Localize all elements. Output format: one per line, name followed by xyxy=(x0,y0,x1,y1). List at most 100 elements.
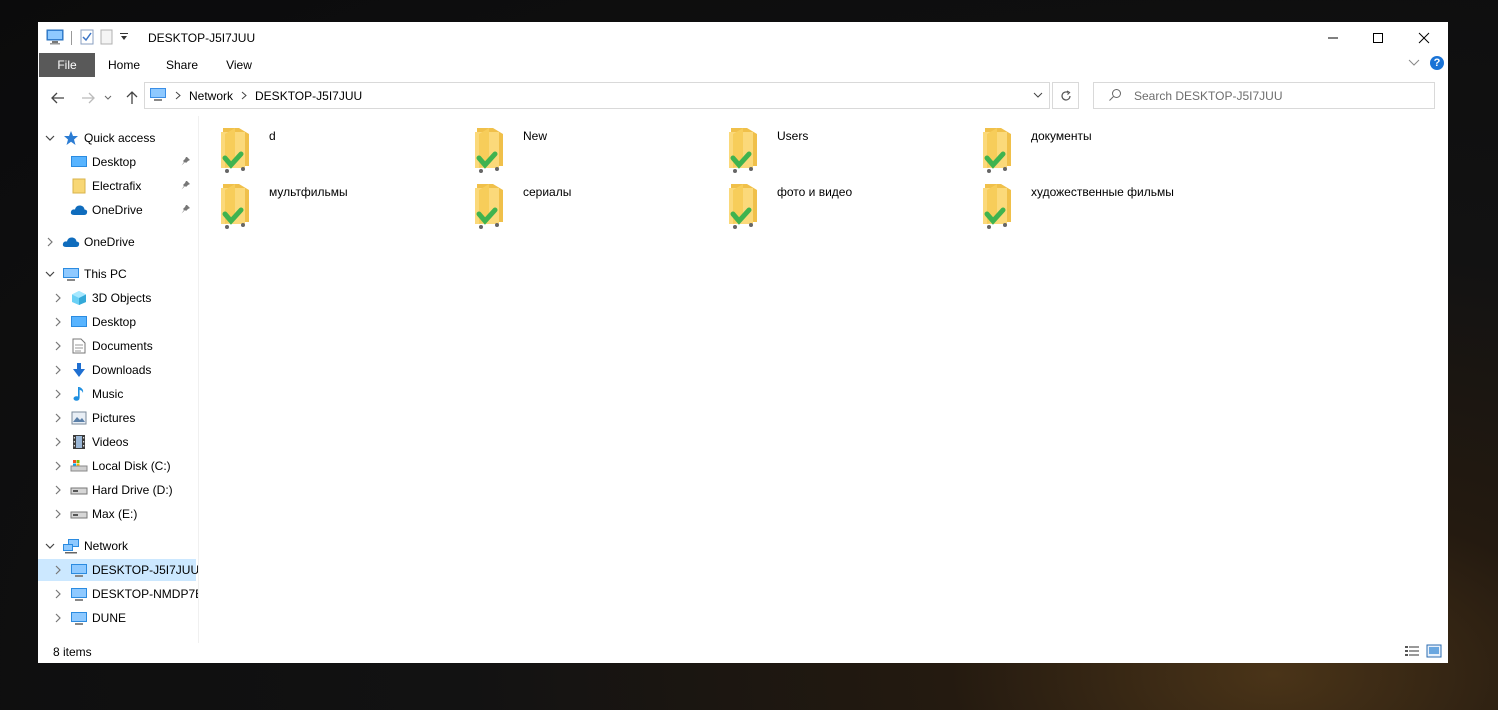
music-icon xyxy=(70,386,88,402)
sidebar-item-videos[interactable]: Videos xyxy=(38,431,196,453)
shared-folder-item[interactable]: d xyxy=(199,116,449,173)
sidebar-item-electrafix[interactable]: Electrafix xyxy=(38,175,196,197)
sidebar-item-documents[interactable]: Documents xyxy=(38,335,196,357)
tab-share[interactable]: Share xyxy=(158,53,206,77)
chevron-down-icon[interactable] xyxy=(44,540,56,552)
sidebar-item-music[interactable]: Music xyxy=(38,383,196,405)
sidebar-item-3d-objects[interactable]: 3D Objects xyxy=(38,287,196,309)
breadcrumb-desktop[interactable]: DESKTOP-J5I7JUU xyxy=(255,89,362,103)
quick-access-toolbar xyxy=(46,28,129,48)
address-dropdown-icon[interactable] xyxy=(1033,88,1043,105)
sidebar-item-label: OneDrive xyxy=(84,235,135,249)
shared-folder-item[interactable]: New xyxy=(453,116,703,173)
chevron-right-icon[interactable] xyxy=(52,340,64,352)
details-view-icon[interactable] xyxy=(1404,644,1420,661)
sidebar-item-desktop-pinned[interactable]: Desktop xyxy=(38,151,196,173)
tab-file[interactable]: File xyxy=(39,53,95,77)
file-list[interactable]: d New Users документы мультфильмы сериал… xyxy=(199,116,1448,643)
sidebar-item-quick-access[interactable]: Quick access xyxy=(38,127,196,149)
tab-view[interactable]: View xyxy=(215,53,263,77)
folder-name: фото и видео xyxy=(777,185,853,199)
new-folder-icon[interactable] xyxy=(99,29,115,48)
up-button[interactable] xyxy=(121,87,143,109)
chevron-right-icon[interactable] xyxy=(52,564,64,576)
search-icon xyxy=(1108,88,1122,105)
breadcrumb-separator-icon[interactable] xyxy=(175,89,181,103)
shared-folder-icon xyxy=(983,184,1011,229)
recent-locations-button[interactable] xyxy=(101,87,115,109)
sidebar-item-label: Local Disk (C:) xyxy=(92,459,171,473)
chevron-right-icon[interactable] xyxy=(52,292,64,304)
help-icon[interactable]: ? xyxy=(1430,56,1444,70)
breadcrumb-separator-icon[interactable] xyxy=(241,89,247,103)
chevron-down-icon[interactable] xyxy=(44,132,56,144)
sidebar-item-desktop[interactable]: Desktop xyxy=(38,311,196,333)
sidebar-item-local-disk-c[interactable]: Local Disk (C:) xyxy=(38,455,196,477)
navigation-pane[interactable]: Quick access Desktop Electrafix OneDrive… xyxy=(38,116,199,643)
chevron-right-icon[interactable] xyxy=(52,364,64,376)
pin-icon[interactable] xyxy=(181,203,191,217)
minimize-button[interactable] xyxy=(1310,22,1356,53)
breadcrumb-network[interactable]: Network xyxy=(189,89,233,103)
expand-ribbon-icon[interactable] xyxy=(1408,56,1420,70)
chevron-right-icon[interactable] xyxy=(52,412,64,424)
sidebar-item-max-e[interactable]: Max (E:) xyxy=(38,503,196,525)
maximize-button[interactable] xyxy=(1355,22,1401,53)
shared-folder-item[interactable]: документы xyxy=(961,116,1211,173)
chevron-right-icon[interactable] xyxy=(52,436,64,448)
shared-folder-item[interactable]: фото и видео xyxy=(707,172,957,229)
sidebar-item-desktop-nmdp7e3[interactable]: DESKTOP-NMDP7E3 xyxy=(38,583,198,605)
shared-folder-item[interactable]: мультфильмы xyxy=(199,172,449,229)
sidebar-item-downloads[interactable]: Downloads xyxy=(38,359,196,381)
chevron-right-icon[interactable] xyxy=(52,316,64,328)
chevron-right-icon[interactable] xyxy=(44,236,56,248)
tab-home[interactable]: Home xyxy=(100,53,148,77)
sidebar-item-label: Desktop xyxy=(92,315,137,329)
forward-button[interactable] xyxy=(77,87,99,109)
chevron-right-icon[interactable] xyxy=(52,588,64,600)
picture-icon xyxy=(70,410,88,426)
pin-icon[interactable] xyxy=(181,155,191,169)
item-count: 8 items xyxy=(53,645,92,659)
sidebar-item-desktop-j5i7juu[interactable]: DESKTOP-J5I7JUU xyxy=(38,559,198,581)
chevron-right-icon[interactable] xyxy=(52,388,64,400)
breadcrumb: Network DESKTOP-J5I7JUU xyxy=(149,83,362,108)
sidebar-item-dune[interactable]: DUNE xyxy=(38,607,196,629)
close-button[interactable] xyxy=(1401,22,1447,53)
sidebar-item-label: This PC xyxy=(84,267,127,281)
sidebar-item-label: Desktop xyxy=(92,155,137,169)
computer-icon xyxy=(70,586,88,602)
refresh-button[interactable] xyxy=(1052,82,1079,109)
large-icons-view-icon[interactable] xyxy=(1426,644,1442,661)
shared-folder-item[interactable]: Users xyxy=(707,116,957,173)
chevron-right-icon[interactable] xyxy=(52,460,64,472)
sidebar-item-network[interactable]: Network xyxy=(38,535,196,557)
chevron-down-icon xyxy=(104,95,112,100)
address-bar[interactable]: Network DESKTOP-J5I7JUU xyxy=(144,82,1050,109)
folder-name: мультфильмы xyxy=(269,185,348,199)
sidebar-item-pictures[interactable]: Pictures xyxy=(38,407,196,429)
back-arrow-icon xyxy=(51,92,64,104)
sidebar-item-hard-drive-d[interactable]: Hard Drive (D:) xyxy=(38,479,196,501)
back-button[interactable] xyxy=(47,87,69,109)
search-box[interactable]: Search DESKTOP-J5I7JUU xyxy=(1093,82,1435,109)
sidebar-item-onedrive[interactable]: OneDrive xyxy=(38,231,196,253)
disk-icon xyxy=(70,458,88,474)
chevron-right-icon[interactable] xyxy=(52,508,64,520)
chevron-down-icon[interactable] xyxy=(44,268,56,280)
cube-icon xyxy=(70,290,88,306)
shared-folder-item[interactable]: сериалы xyxy=(453,172,703,229)
drive-icon xyxy=(70,506,88,522)
toolbar-separator xyxy=(71,31,72,45)
chevron-right-icon[interactable] xyxy=(52,484,64,496)
pin-icon[interactable] xyxy=(181,179,191,193)
sidebar-item-this-pc[interactable]: This PC xyxy=(38,263,196,285)
chevron-right-icon[interactable] xyxy=(52,612,64,624)
customize-toolbar-icon[interactable] xyxy=(119,31,129,45)
sidebar-item-label: Network xyxy=(84,539,129,553)
sidebar-item-onedrive-pinned[interactable]: OneDrive xyxy=(38,199,196,221)
document-icon xyxy=(70,338,88,354)
shared-folder-item[interactable]: художественные фильмы xyxy=(961,172,1211,229)
properties-icon[interactable] xyxy=(79,29,95,48)
folder-name: Users xyxy=(777,129,809,143)
